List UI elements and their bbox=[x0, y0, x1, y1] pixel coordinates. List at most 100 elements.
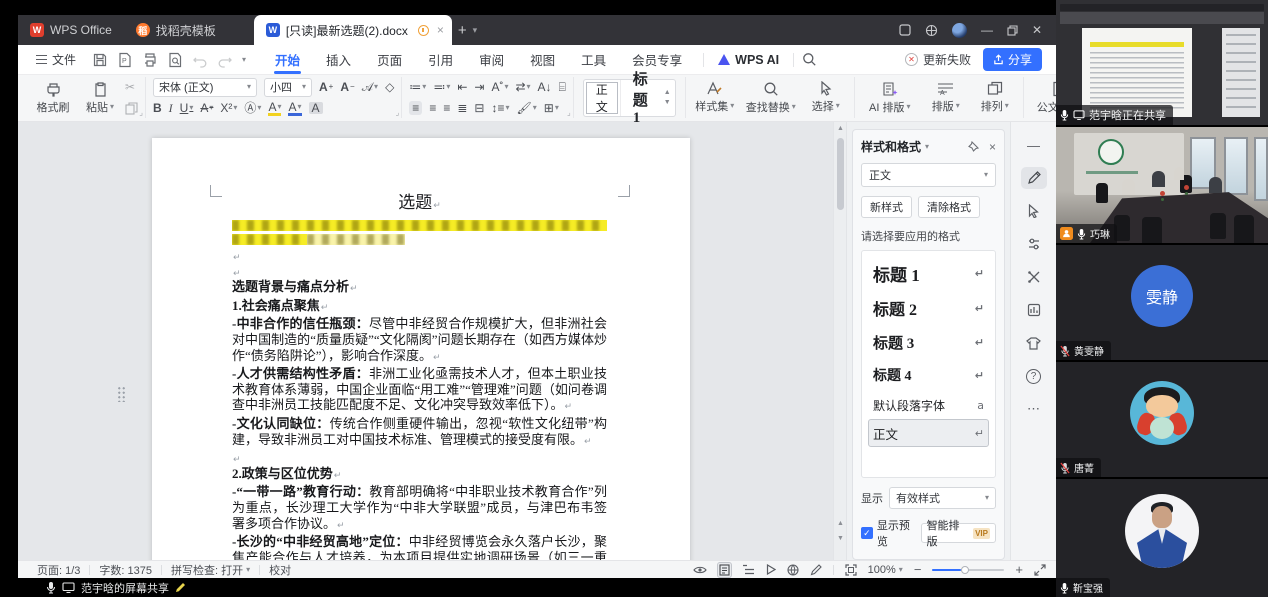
ribbon-tab-工具[interactable]: 工具 bbox=[568, 45, 619, 75]
tab-list-chevron-icon[interactable]: ▾ bbox=[473, 15, 488, 45]
page-indicator[interactable]: 页面: 1/3 bbox=[28, 562, 89, 578]
superscript-icon[interactable]: X²▾ bbox=[220, 102, 237, 114]
ribbon-tab-审阅[interactable]: 审阅 bbox=[466, 45, 517, 75]
chart-tool-icon[interactable] bbox=[1021, 299, 1047, 321]
style-item-正文[interactable]: 正文↵ bbox=[868, 419, 989, 447]
align-left-icon[interactable]: ≡ bbox=[409, 101, 422, 115]
tab-overview-icon[interactable] bbox=[899, 24, 911, 36]
edit-pencil-icon[interactable] bbox=[1021, 167, 1047, 189]
text-effects-icon[interactable]: 𝒜▾ bbox=[362, 81, 378, 93]
next-page-icon[interactable]: ▼ bbox=[837, 535, 844, 542]
ribbon-tab-会员专享[interactable]: 会员专享 bbox=[619, 45, 695, 75]
quick-access-chevron-icon[interactable]: ▾ bbox=[242, 56, 246, 64]
save-icon[interactable] bbox=[92, 52, 108, 68]
bold-icon[interactable]: B bbox=[153, 102, 162, 114]
style-item-标题 3[interactable]: 标题 3↵ bbox=[868, 325, 989, 359]
tab-document[interactable]: W [只读]最新选题(2).docx × bbox=[254, 15, 452, 45]
panel-title-chevron-icon[interactable]: ▾ bbox=[925, 143, 929, 151]
style-item-标题 4[interactable]: 标题 4↵ bbox=[868, 359, 989, 391]
show-preview-checkbox[interactable]: ✓ 显示预览 bbox=[861, 517, 921, 549]
highlight-color-icon[interactable]: A▾ bbox=[268, 101, 281, 116]
close-button[interactable]: ✕ bbox=[1032, 24, 1042, 36]
ink-pen-icon[interactable] bbox=[810, 564, 822, 576]
shading-icon[interactable]: 🖌▾ bbox=[517, 102, 537, 114]
increase-indent-icon[interactable]: ⇥ bbox=[474, 81, 484, 93]
document-area[interactable]: 选题↵↵↵选题背景与痛点分析↵1.社会痛点聚焦↵-中非合作的信任瓶颈：尽管中非经… bbox=[18, 122, 833, 560]
style-item-默认段落字体[interactable]: 默认段落字体a bbox=[868, 391, 989, 419]
print-preview-icon[interactable] bbox=[167, 52, 183, 68]
distribute-icon[interactable]: ⊟ bbox=[474, 102, 484, 114]
eye-protect-icon[interactable] bbox=[693, 565, 707, 575]
gallery-up-icon[interactable]: ▲ bbox=[664, 89, 671, 96]
select-button[interactable]: 选择▾ bbox=[805, 81, 847, 114]
prev-page-icon[interactable]: ▲ bbox=[837, 520, 844, 527]
style-heading1-cell[interactable]: 标题 1 bbox=[620, 80, 660, 116]
strikethrough-icon[interactable]: A▾ bbox=[200, 102, 213, 114]
align-right-icon[interactable]: ≡ bbox=[443, 102, 450, 114]
clear-format-button[interactable]: 清除格式 bbox=[918, 196, 980, 218]
borders-icon[interactable]: ⊞▾ bbox=[544, 102, 559, 114]
bullet-list-icon[interactable]: ≔▾ bbox=[409, 81, 426, 93]
gallery-down-icon[interactable]: ▼ bbox=[664, 99, 671, 106]
style-body-cell[interactable]: 正文 bbox=[584, 80, 620, 116]
user-avatar[interactable] bbox=[952, 23, 967, 38]
document-page[interactable]: 选题↵↵↵选题背景与痛点分析↵1.社会痛点聚焦↵-中非合作的信任瓶颈：尽管中非经… bbox=[152, 138, 690, 560]
update-status[interactable]: ✕ 更新失败 bbox=[905, 51, 971, 68]
vertical-scrollbar[interactable]: ▲ ▲ ▼ bbox=[833, 122, 846, 560]
help-icon[interactable]: ? bbox=[1021, 365, 1047, 387]
web-view-icon[interactable] bbox=[787, 564, 799, 576]
tile-participant[interactable]: 雯静 黄雯静 bbox=[1056, 245, 1268, 360]
zoom-out-icon[interactable]: − bbox=[914, 562, 922, 577]
tile-screenshare[interactable]: 范宇晗正在共享 bbox=[1056, 0, 1268, 125]
find-replace-button[interactable]: 查找替换▾ bbox=[743, 81, 799, 115]
tab-docer-templates[interactable]: 稻 找稻壳模板 bbox=[124, 15, 228, 45]
zoom-slider[interactable] bbox=[932, 569, 1004, 571]
italic-icon[interactable]: I bbox=[169, 102, 173, 114]
page-view-icon[interactable] bbox=[718, 563, 731, 577]
share-button[interactable]: 分享 bbox=[983, 48, 1042, 71]
show-marks-icon[interactable]: ⌸ bbox=[559, 81, 566, 93]
font-name-select[interactable]: 宋体 (正文)▾ bbox=[153, 78, 257, 97]
shrink-font-icon[interactable]: A− bbox=[340, 81, 354, 93]
dialog-launcher-icon[interactable]: ⌟ bbox=[567, 108, 571, 117]
tile-room-video[interactable]: 巧琳 bbox=[1056, 127, 1268, 243]
tile-participant[interactable]: 靳宝强 bbox=[1056, 479, 1268, 597]
fit-page-icon[interactable] bbox=[845, 564, 857, 576]
cut-icon[interactable]: ✂ bbox=[125, 81, 135, 93]
minimize-button[interactable]: — bbox=[981, 24, 993, 36]
restore-button[interactable] bbox=[1007, 25, 1018, 36]
tools-icon[interactable] bbox=[1021, 266, 1047, 288]
doc-status-icon[interactable] bbox=[418, 25, 429, 36]
line-spacing-icon[interactable]: ↕≡▾ bbox=[491, 102, 509, 114]
align-center-icon[interactable]: ≡ bbox=[429, 102, 436, 114]
word-count[interactable]: 字数: 1375 bbox=[90, 562, 161, 578]
redo-icon[interactable] bbox=[217, 52, 233, 68]
globe-settings-icon[interactable] bbox=[925, 24, 938, 37]
wps-ai-button[interactable]: WPS AI bbox=[712, 53, 785, 67]
grow-font-icon[interactable]: A+ bbox=[319, 81, 333, 93]
outline-view-icon[interactable] bbox=[742, 564, 755, 575]
copy-icon[interactable] bbox=[125, 102, 138, 115]
paste-button[interactable]: 粘贴▾ bbox=[81, 81, 119, 115]
export-pdf-icon[interactable]: P bbox=[117, 52, 133, 68]
style-set-button[interactable]: 样式集▾ bbox=[693, 81, 737, 114]
ribbon-tab-开始[interactable]: 开始 bbox=[262, 45, 313, 75]
annotate-pencil-icon[interactable] bbox=[175, 582, 186, 593]
file-menu[interactable]: 文件 bbox=[28, 51, 84, 68]
new-style-button[interactable]: 新样式 bbox=[861, 196, 912, 218]
tab-wps-home[interactable]: W WPS Office bbox=[18, 15, 124, 45]
clear-format-icon[interactable]: ◇ bbox=[385, 81, 394, 93]
zoom-in-icon[interactable]: + bbox=[1015, 562, 1023, 577]
underline-icon[interactable]: U▾ bbox=[180, 102, 194, 114]
format-painter-button[interactable]: 格式刷 bbox=[31, 81, 75, 115]
skin-theme-icon[interactable] bbox=[1021, 332, 1047, 354]
sort-icon[interactable]: A↓ bbox=[538, 81, 552, 93]
new-tab-button[interactable]: + bbox=[452, 15, 473, 45]
panel-close-icon[interactable]: × bbox=[989, 140, 996, 154]
ribbon-tab-插入[interactable]: 插入 bbox=[313, 45, 364, 75]
numbered-list-icon[interactable]: ≕▾ bbox=[433, 81, 450, 93]
arrange-button[interactable]: 排列▾ bbox=[974, 81, 1016, 114]
more-options-icon[interactable]: ⋯ bbox=[1021, 398, 1047, 420]
text-tools-icon[interactable]: A˚▾ bbox=[491, 81, 508, 93]
search-icon[interactable] bbox=[802, 52, 817, 67]
